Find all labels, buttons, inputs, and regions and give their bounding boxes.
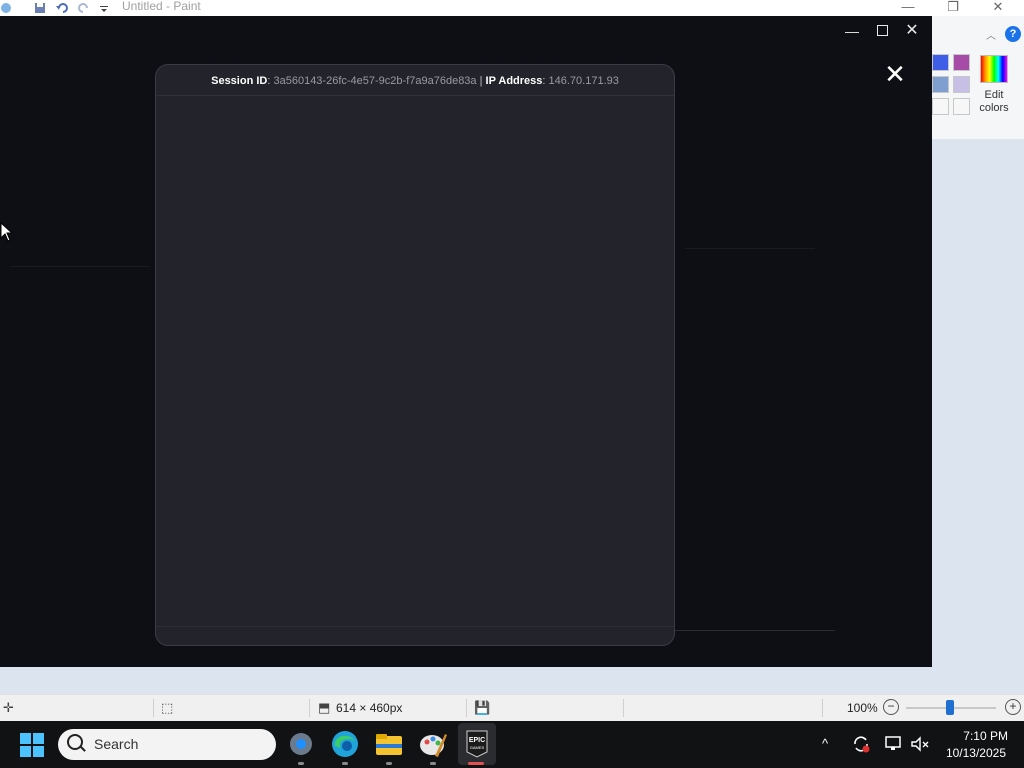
running-indicator	[430, 762, 436, 765]
taskbar-search-box[interactable]: Search	[58, 729, 276, 760]
windows-start-icon[interactable]	[20, 733, 44, 757]
paint-titlebar: Untitled - Paint — ❐ ✕	[0, 0, 1024, 16]
zoom-in-button[interactable]: +	[1005, 699, 1021, 715]
divider	[309, 699, 310, 717]
show-hidden-icons-chevron-icon[interactable]: ^	[822, 736, 828, 751]
minimize-button[interactable]: —	[839, 21, 865, 41]
running-indicator	[342, 762, 348, 765]
zoom-out-button[interactable]: −	[883, 699, 899, 715]
divider	[623, 699, 624, 717]
edit-colors-icon[interactable]	[980, 55, 1008, 83]
undo-icon[interactable]	[56, 2, 68, 14]
maximize-button[interactable]	[869, 21, 895, 41]
canvas-size-readout: 614 × 460px	[336, 701, 403, 715]
sync-icon[interactable]	[851, 734, 871, 754]
search-label: Search	[94, 736, 139, 752]
modal-close-button[interactable]: ✕	[884, 61, 906, 87]
separator: |	[476, 75, 486, 87]
file-explorer-icon[interactable]	[373, 728, 405, 760]
color-swatch[interactable]	[932, 54, 949, 71]
paint-minimize-button[interactable]: —	[898, 0, 918, 14]
paint-restore-button[interactable]: ❐	[943, 0, 963, 14]
canvas-size-icon: ⬒	[318, 700, 331, 715]
zoom-level: 100%	[847, 701, 878, 715]
session-id-value: 3a560143-26fc-4e57-9c2b-f7a9a76de83a	[273, 75, 477, 87]
network-monitor-icon[interactable]	[884, 734, 904, 754]
epic-games-launcher-icon[interactable]: EPIC GAMES	[461, 728, 493, 760]
paint-window-title: Untitled - Paint	[122, 0, 201, 13]
customize-toolbar-icon[interactable]	[98, 2, 110, 14]
active-app-indicator	[468, 762, 484, 765]
paint-app-icon[interactable]	[417, 728, 449, 760]
clock-time[interactable]: 7:10 PM	[948, 729, 1008, 743]
clock-date[interactable]: 10/13/2025	[930, 746, 1006, 760]
selection-size-icon: ⬚	[161, 700, 174, 715]
help-icon[interactable]: ?	[1005, 26, 1021, 42]
divider	[10, 266, 150, 267]
color-swatch[interactable]	[932, 98, 949, 115]
search-icon	[67, 734, 83, 750]
volume-muted-icon[interactable]	[910, 734, 930, 754]
svg-text:GAMES: GAMES	[470, 745, 485, 750]
session-viewer-window: — ✕ Session ID: 3a560143-26fc-4e57-9c2b-…	[0, 16, 932, 667]
divider	[153, 699, 154, 717]
ip-address-label: IP Address	[485, 75, 543, 87]
edit-colors-button-label[interactable]: Edit colors	[973, 89, 1015, 115]
paint-app-icon	[1, 3, 11, 13]
close-window-button[interactable]: ✕	[899, 21, 925, 41]
paint-statusbar: ✛ ⬚ ⬒ 614 × 460px 💾 100% − +	[0, 694, 1024, 721]
collapse-ribbon-icon[interactable]: ︿	[986, 27, 996, 42]
divider	[466, 699, 467, 717]
divider	[822, 699, 823, 717]
color-swatch[interactable]	[932, 76, 949, 93]
session-id-label: Session ID	[211, 75, 268, 87]
color-swatch[interactable]	[953, 76, 970, 93]
mouse-cursor-icon	[0, 222, 12, 242]
zoom-slider-thumb[interactable]	[946, 700, 954, 715]
settings-gear-icon[interactable]	[285, 728, 317, 760]
edge-browser-icon[interactable]	[329, 728, 361, 760]
paint-canvas-background-bottom	[0, 667, 1024, 694]
modal-footer	[156, 626, 674, 645]
save-icon[interactable]	[34, 2, 46, 14]
ip-address-value: 146.70.171.93	[548, 75, 619, 87]
maximize-icon	[876, 25, 888, 36]
paint-canvas-background	[932, 139, 1024, 694]
session-modal: Session ID: 3a560143-26fc-4e57-9c2b-f7a9…	[155, 64, 675, 646]
paint-close-button[interactable]: ✕	[988, 0, 1008, 14]
divider	[685, 248, 815, 249]
taskbar: Search EPIC GAMES ^ 7:10 PM 10/13/2025	[0, 721, 1024, 768]
running-indicator	[298, 762, 304, 765]
running-indicator	[386, 762, 392, 765]
session-info-header: Session ID: 3a560143-26fc-4e57-9c2b-f7a9…	[156, 65, 674, 96]
redo-icon[interactable]	[78, 2, 90, 14]
file-size-icon: 💾	[474, 700, 491, 715]
cursor-position-icon: ✛	[3, 700, 14, 715]
color-swatch[interactable]	[953, 54, 970, 71]
svg-text:EPIC: EPIC	[469, 737, 485, 744]
color-swatch[interactable]	[953, 98, 970, 115]
